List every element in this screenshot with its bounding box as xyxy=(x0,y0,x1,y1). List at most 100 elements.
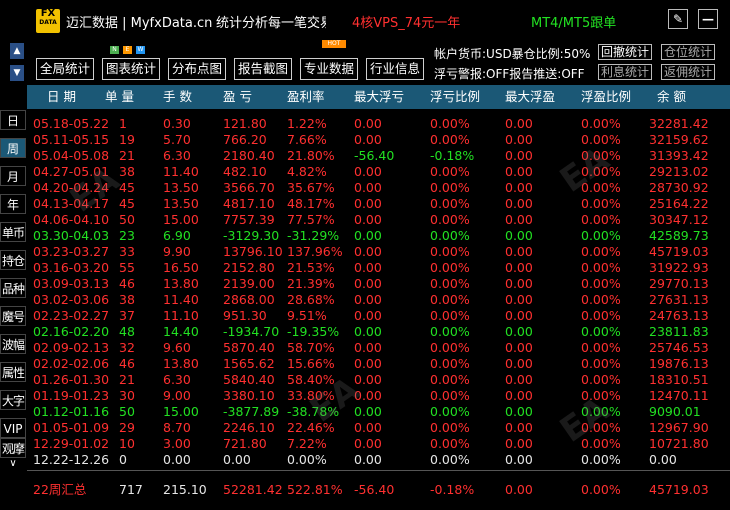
column-header-profit-ratio[interactable]: 浮盈比例 xyxy=(581,85,631,109)
table-row[interactable]: 01.26-01.30 21 6.30 5840.40 58.40% 0.00 0.00% 0… xyxy=(27,372,730,388)
cell-balance: 12967.90 xyxy=(649,420,709,435)
table-row[interactable]: 01.05-01.09 29 8.70 2246.10 22.46% 0.00 0.00% 0… xyxy=(27,420,730,436)
industry-info-button[interactable]: 行业信息 xyxy=(366,58,424,80)
withdraw-stats-button[interactable]: 回撤统计 xyxy=(598,44,652,60)
cell-loss-ratio: 0.00% xyxy=(430,388,470,403)
scroll-down-icon[interactable]: ▼ xyxy=(10,65,24,81)
table-row[interactable]: 02.09-02.13 32 9.60 5870.40 58.70% 0.00 0.00% 0… xyxy=(27,340,730,356)
sidebar-item-holding[interactable]: 持仓 xyxy=(0,250,26,270)
summary-divider xyxy=(27,470,730,471)
sidebar-item-attribute[interactable]: 属性 xyxy=(0,362,26,382)
scatter-plot-button[interactable]: 分布点图 xyxy=(168,58,226,80)
column-header-balance[interactable]: 余 额 xyxy=(657,85,686,109)
cell-balance: 31922.93 xyxy=(649,260,709,275)
cell-orders: 0 xyxy=(119,452,127,467)
column-header-profit[interactable]: 盈 亏 xyxy=(223,85,252,109)
table-row[interactable]: 03.23-03.27 33 9.90 13796.10 137.96% 0.00 0.00… xyxy=(27,244,730,260)
sidebar-item-week[interactable]: 周 xyxy=(0,138,26,158)
cell-orders: 46 xyxy=(119,356,135,371)
rebate-stats-button[interactable]: 返佣统计 xyxy=(661,64,715,80)
table-row[interactable]: 03.16-03.20 55 16.50 2152.80 21.53% 0.00 0.00%… xyxy=(27,260,730,276)
pro-data-button[interactable]: 专业数据 xyxy=(300,58,358,80)
cell-date: 05.18-05.22 xyxy=(33,116,110,131)
cell-date: 01.12-01.16 xyxy=(33,404,110,419)
sidebar-scroll-down-icon[interactable]: ∨ xyxy=(0,458,26,470)
column-header-lots[interactable]: 手 数 xyxy=(163,85,192,109)
table-row[interactable]: 03.09-03.13 46 13.80 2139.00 21.39% 0.00 0.00%… xyxy=(27,276,730,292)
sidebar-item-volatility[interactable]: 波幅 xyxy=(0,334,26,354)
cell-lots: 0.30 xyxy=(163,116,191,131)
table-row[interactable]: 05.11-05.15 19 5.70 766.20 7.66% 0.00 0.00% 0.0… xyxy=(27,132,730,148)
cell-max-floating-loss: 0.00 xyxy=(354,164,382,179)
column-header-loss-ratio[interactable]: 浮亏比例 xyxy=(430,85,480,109)
cell-loss-ratio: 0.00% xyxy=(430,372,470,387)
table-row[interactable]: 02.16-02.20 48 14.40 -1934.70 -19.35% 0.00 0.0… xyxy=(27,324,730,340)
report-screenshot-button[interactable]: 报告截图 xyxy=(234,58,292,80)
sidebar-item-day[interactable]: 日 xyxy=(0,110,26,130)
cell-date: 03.16-03.20 xyxy=(33,260,110,275)
cell-orders: 50 xyxy=(119,404,135,419)
cell-max-floating-loss: 0.00 xyxy=(354,340,382,355)
cell-date: 02.23-02.27 xyxy=(33,308,110,323)
cell-max-floating-loss: 0.00 xyxy=(354,260,382,275)
table-row[interactable]: 02.02-02.06 46 13.80 1565.62 15.66% 0.00 0.00%… xyxy=(27,356,730,372)
table-row[interactable]: 05.04-05.08 21 6.30 2180.40 21.80% -56.40 -0.1… xyxy=(27,148,730,164)
table-row[interactable]: 04.27-05.01 38 11.40 482.10 4.82% 0.00 0.00% 0.… xyxy=(27,164,730,180)
sidebar-item-magic[interactable]: 魔号 xyxy=(0,306,26,326)
table-row[interactable]: 05.18-05.22 1 0.30 121.80 1.22% 0.00 0.00% 0.00… xyxy=(27,116,730,132)
sidebar-item-month[interactable]: 月 xyxy=(0,166,26,186)
scroll-up-icon[interactable]: ▲ xyxy=(10,43,24,59)
column-header-orders[interactable]: 单 量 xyxy=(105,85,134,109)
cell-loss-ratio: 0.00% xyxy=(430,356,470,371)
sidebar-item-symbol[interactable]: 品种 xyxy=(0,278,26,298)
cell-orders: 23 xyxy=(119,228,135,243)
table-row[interactable]: 12.29-01.02 10 3.00 721.80 7.22% 0.00 0.00% 0.0… xyxy=(27,436,730,452)
table-row[interactable]: 04.13-04.17 45 13.50 4817.10 48.17% 0.00 0.00%… xyxy=(27,196,730,212)
cell-profit: 721.80 xyxy=(223,436,267,451)
cell-loss-ratio: 0.00% xyxy=(430,452,470,467)
table-row[interactable]: 04.06-04.10 50 15.00 7757.39 77.57% 0.00 0.00%… xyxy=(27,212,730,228)
sidebar-item-vip[interactable]: VIP xyxy=(0,418,26,438)
sidebar-item-single-currency[interactable]: 单币 xyxy=(0,222,26,242)
sidebar-item-large-font[interactable]: 大字 xyxy=(0,390,26,410)
chart-stats-button[interactable]: 图表统计 xyxy=(102,58,160,80)
position-stats-button[interactable]: 仓位统计 xyxy=(661,44,715,60)
sidebar-item-year[interactable]: 年 xyxy=(0,194,26,214)
cell-loss-ratio: 0.00% xyxy=(430,420,470,435)
column-header-profit-rate[interactable]: 盈利率 xyxy=(287,85,325,109)
cell-profit-ratio: 0.00% xyxy=(581,340,621,355)
cell-balance: 32159.62 xyxy=(649,132,709,147)
column-header-max-floating-profit[interactable]: 最大浮盈 xyxy=(505,85,555,109)
sidebar-item-observe[interactable]: 观摩 xyxy=(0,438,26,458)
minimize-button[interactable]: — xyxy=(698,9,718,29)
cell-max-floating-profit: 0.00 xyxy=(505,116,533,131)
mt-copy-link[interactable]: MT4/MT5跟单 xyxy=(531,12,616,31)
table-row[interactable]: 04.20-04.24 45 13.50 3566.70 35.67% 0.00 0.00%… xyxy=(27,180,730,196)
cell-profit-ratio: 0.00% xyxy=(581,260,621,275)
cell-lots: 13.80 xyxy=(163,276,199,291)
cell-loss-ratio: 0.00% xyxy=(430,244,470,259)
cell-max-floating-profit: 0.00 xyxy=(505,260,533,275)
cell-profit-ratio: 0.00% xyxy=(581,164,621,179)
column-header-date[interactable]: 日 期 xyxy=(47,85,76,109)
table-row[interactable]: 01.19-01.23 30 9.00 3380.10 33.80% 0.00 0.00% 0… xyxy=(27,388,730,404)
cell-profit-rate: 15.66% xyxy=(287,356,335,371)
cell-profit-rate: 28.68% xyxy=(287,292,335,307)
edit-icon[interactable]: ✎ xyxy=(668,9,688,29)
column-header-max-floating-loss[interactable]: 最大浮亏 xyxy=(354,85,404,109)
summary-label: 22周汇总 xyxy=(33,482,87,497)
vps-promo-link[interactable]: 4核VPS_74元一年 xyxy=(352,12,460,31)
table-row[interactable]: 12.22-12.26 0 0.00 0.00 0.00% 0.00 0.00% 0.00 0.… xyxy=(27,452,730,468)
table-row[interactable]: 02.23-02.27 37 11.10 951.30 9.51% 0.00 0.00% 0.… xyxy=(27,308,730,324)
table-row[interactable]: 01.12-01.16 50 15.00 -3877.89 -38.78% 0.00 0.0… xyxy=(27,404,730,420)
cell-profit-rate: -38.78% xyxy=(287,404,340,419)
cell-lots: 8.70 xyxy=(163,420,191,435)
interest-stats-button[interactable]: 利息统计 xyxy=(598,64,652,80)
global-stats-button[interactable]: 全局统计 xyxy=(36,58,94,80)
table-row[interactable]: 03.02-03.06 38 11.40 2868.00 28.68% 0.00 0.00%… xyxy=(27,292,730,308)
cell-balance: 12470.11 xyxy=(649,388,709,403)
cell-date: 04.13-04.17 xyxy=(33,196,110,211)
cell-profit-rate: 48.17% xyxy=(287,196,335,211)
table-row[interactable]: 03.30-04.03 23 6.90 -3129.30 -31.29% 0.00 0.00… xyxy=(27,228,730,244)
cell-max-floating-profit: 0.00 xyxy=(505,212,533,227)
